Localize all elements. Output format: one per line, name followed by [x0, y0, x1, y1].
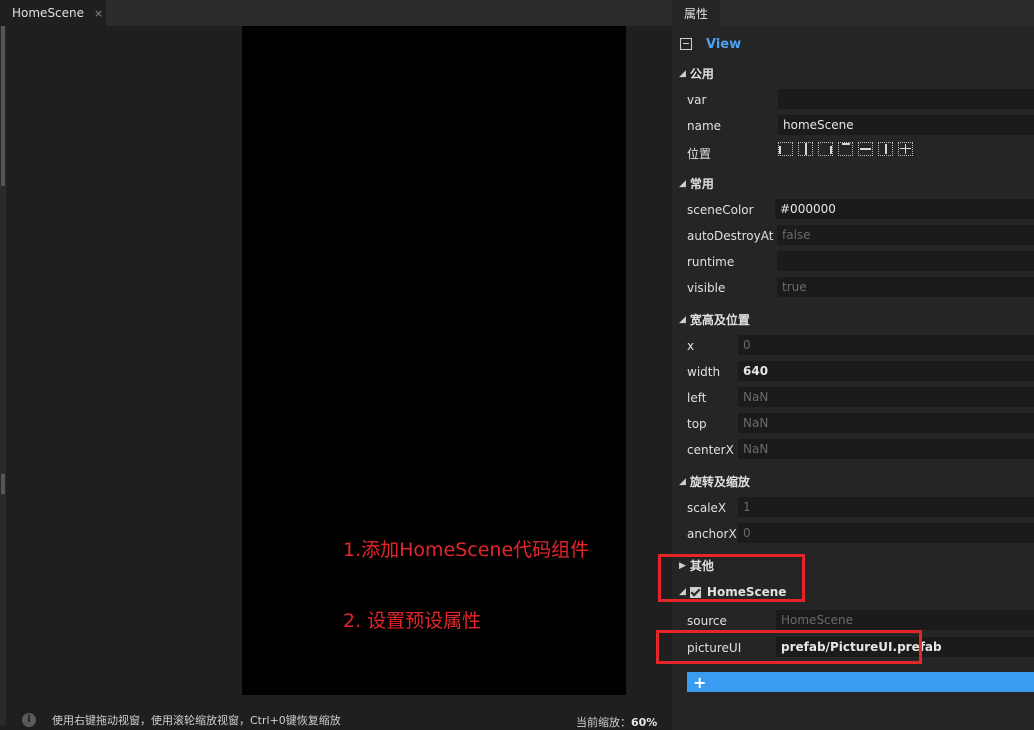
- view-title: View: [706, 36, 742, 52]
- visible-input[interactable]: true: [777, 277, 1034, 297]
- name-label: name: [687, 119, 722, 133]
- source-input[interactable]: HomeScene: [776, 610, 1034, 630]
- autodestroyat-input[interactable]: false: [777, 225, 1034, 245]
- section-rotate-scale[interactable]: ◢ 旋转及缩放: [679, 473, 750, 490]
- section-usual-label: 常用: [689, 177, 714, 191]
- status-hint: 使用右键拖动视窗，使用滚轮缩放视窗，Ctrl+0键恢复缩放: [52, 714, 341, 727]
- highlight-pictureui-box: [656, 630, 922, 664]
- scalex-label: scaleX: [687, 501, 727, 515]
- scrollbar-marker: [1, 474, 5, 494]
- view-header: View: [680, 34, 741, 54]
- centerx-input[interactable]: NaN: [738, 439, 1034, 459]
- position-label: 位置: [687, 147, 712, 161]
- section-size-position-label: 宽高及位置: [689, 313, 750, 327]
- width-input[interactable]: 640: [738, 361, 1034, 381]
- scene-canvas[interactable]: [242, 26, 626, 695]
- expand-triangle-icon[interactable]: ◢: [679, 179, 686, 189]
- annotation-add-component: 1.添加HomeScene代码组件: [343, 539, 590, 561]
- distribute-h-icon[interactable]: [858, 142, 873, 156]
- center-both-icon[interactable]: [898, 142, 913, 156]
- add-component-button[interactable]: +: [687, 672, 1034, 692]
- tab-homescene[interactable]: HomeScene ×: [0, 0, 106, 26]
- expand-triangle-icon[interactable]: ◢: [679, 315, 686, 325]
- visible-label: visible: [687, 281, 726, 295]
- x-input[interactable]: 0: [738, 335, 1034, 355]
- autodestroyat-label: autoDestroyAt: [687, 229, 774, 243]
- left-scrollbar[interactable]: [0, 26, 6, 726]
- zoom-indicator: 当前缩放：60%: [576, 714, 657, 730]
- width-label: width: [687, 365, 721, 379]
- zoom-value: 60%: [631, 716, 658, 729]
- align-left-icon[interactable]: [778, 142, 793, 156]
- x-label: x: [687, 339, 695, 353]
- section-common[interactable]: ◢ 公用: [679, 65, 714, 82]
- zoom-label: 当前缩放：: [576, 716, 631, 729]
- runtime-label: runtime: [687, 255, 735, 269]
- section-size-position[interactable]: ◢ 宽高及位置: [679, 311, 750, 328]
- section-rotate-scale-label: 旋转及缩放: [689, 475, 750, 489]
- var-input[interactable]: [778, 89, 1034, 109]
- scenecolor-label: sceneColor: [687, 203, 754, 217]
- align-toolbar: [778, 142, 913, 156]
- align-right-icon[interactable]: [818, 142, 833, 156]
- tab-properties[interactable]: 属性: [672, 0, 720, 26]
- highlight-component-box: [658, 554, 805, 602]
- info-icon: i: [22, 713, 36, 727]
- align-center-h-icon[interactable]: [798, 142, 813, 156]
- expand-triangle-icon[interactable]: ◢: [679, 477, 686, 487]
- name-input[interactable]: homeScene: [778, 115, 1034, 135]
- source-label: source: [687, 614, 727, 628]
- top-input[interactable]: NaN: [738, 413, 1034, 433]
- distribute-v-icon[interactable]: [878, 142, 893, 156]
- expand-triangle-icon[interactable]: ◢: [679, 69, 686, 79]
- tab-title: HomeScene: [12, 6, 85, 20]
- section-common-label: 公用: [689, 67, 714, 81]
- section-usual[interactable]: ◢ 常用: [679, 175, 714, 192]
- left-input[interactable]: NaN: [738, 387, 1034, 407]
- runtime-input[interactable]: [777, 251, 1034, 271]
- left-label: left: [687, 391, 707, 405]
- panel-tab-bar: [672, 0, 1034, 26]
- scrollbar-thumb[interactable]: [1, 26, 5, 186]
- anchorx-label: anchorX: [687, 527, 737, 541]
- tab-close-icon[interactable]: ×: [94, 7, 103, 20]
- collapse-icon[interactable]: [680, 38, 692, 50]
- align-top-icon[interactable]: [838, 142, 853, 156]
- scalex-input[interactable]: 1: [738, 497, 1034, 517]
- anchorx-input[interactable]: 0: [738, 523, 1034, 543]
- centerx-label: centerX: [687, 443, 734, 457]
- scenecolor-input[interactable]: #000000: [775, 199, 1034, 219]
- annotation-set-prefab: 2. 设置预设属性: [343, 610, 482, 632]
- var-label: var: [687, 93, 707, 107]
- top-label: top: [687, 417, 707, 431]
